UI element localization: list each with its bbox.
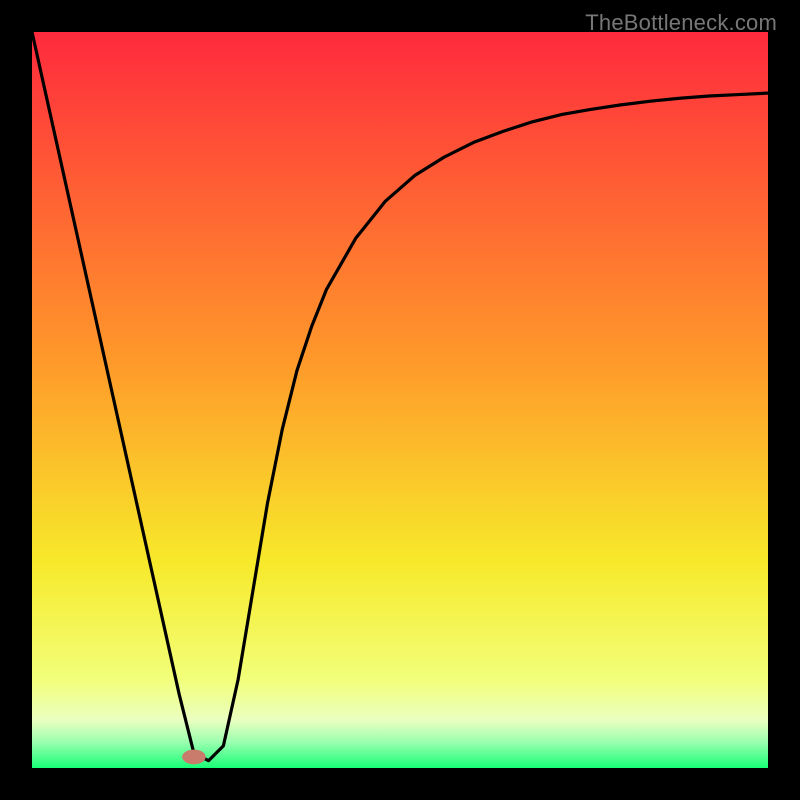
min-marker — [182, 750, 206, 765]
chart-svg — [32, 32, 768, 768]
plot-area — [32, 32, 768, 768]
chart-stage: TheBottleneck.com — [0, 0, 800, 800]
gradient-background — [32, 32, 768, 768]
watermark-label: TheBottleneck.com — [585, 10, 777, 36]
